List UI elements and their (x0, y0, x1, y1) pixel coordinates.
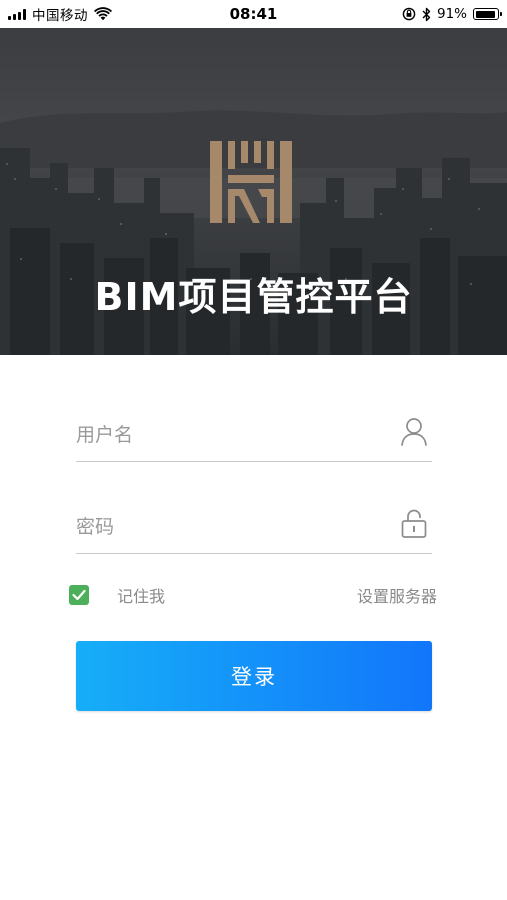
remember-me-checkbox[interactable] (69, 585, 89, 605)
username-input[interactable] (76, 418, 386, 452)
remember-me-label: 记住我 (117, 587, 166, 606)
battery-percent: 91% (436, 6, 467, 22)
user-icon (401, 418, 427, 446)
hero-banner: BIM项目管控平台 (0, 28, 507, 355)
password-field (76, 504, 432, 554)
username-field (76, 412, 432, 462)
remember-me[interactable]: 记住我 (69, 583, 165, 607)
lock-icon (401, 509, 427, 538)
app-title: BIM项目管控平台 (94, 275, 413, 319)
server-settings-link[interactable]: 设置服务器 (357, 583, 437, 607)
status-bar: 中国移动 08:41 91% (0, 0, 507, 28)
battery-level (475, 10, 495, 18)
orientation-lock-icon (402, 7, 416, 21)
battery-icon (473, 8, 502, 20)
brand-logo-icon (210, 141, 292, 223)
login-screen: 中国移动 08:41 91% BIM项目管控平台 用户名 记住我 设置服务器 登… (0, 0, 507, 900)
bluetooth-icon (422, 7, 431, 21)
status-bar-right: 91% (402, 5, 502, 23)
password-input[interactable] (76, 510, 386, 544)
login-button[interactable]: 登录 (76, 641, 432, 711)
check-icon (72, 589, 86, 601)
